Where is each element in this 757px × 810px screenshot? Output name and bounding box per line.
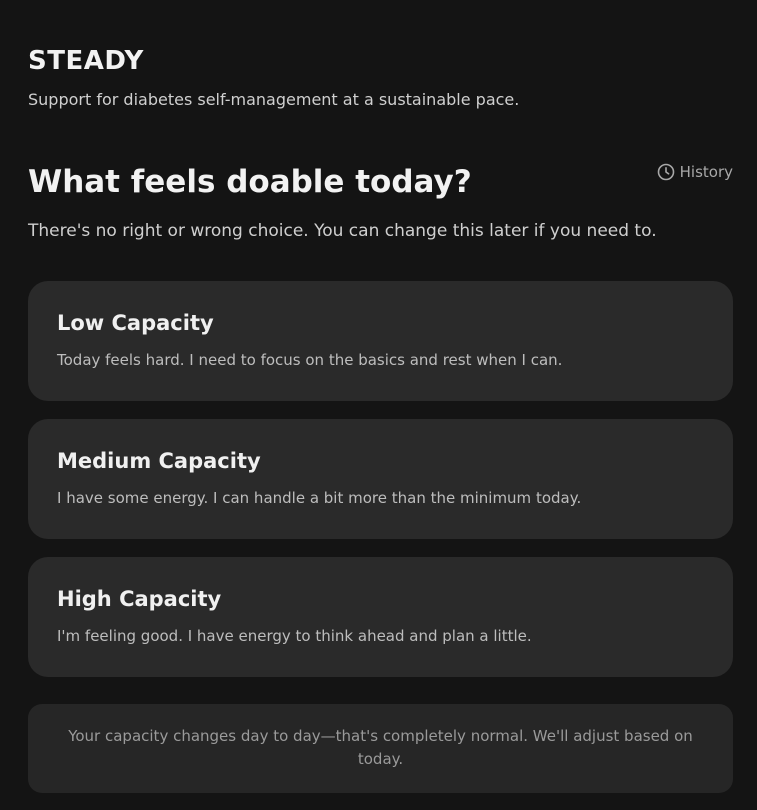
medium-capacity-option[interactable]: Medium Capacity I have some energy. I ca… (28, 419, 733, 539)
history-label: History (679, 163, 733, 181)
history-button[interactable]: History (657, 163, 733, 181)
option-title: High Capacity (57, 587, 222, 611)
page-subtitle: There's no right or wrong choice. You ca… (28, 221, 657, 241)
option-title: Low Capacity (57, 311, 214, 335)
clock-icon (657, 163, 675, 181)
option-description: I'm feeling good. I have energy to think… (57, 627, 532, 645)
page-title: What feels doable today? (28, 164, 472, 200)
high-capacity-option[interactable]: High Capacity I'm feeling good. I have e… (28, 557, 733, 677)
app-tagline: Support for diabetes self-management at … (28, 90, 520, 109)
app-brand: STEADY (28, 46, 144, 76)
low-capacity-option[interactable]: Low Capacity Today feels hard. I need to… (28, 281, 733, 401)
option-description: Today feels hard. I need to focus on the… (57, 351, 563, 369)
option-title: Medium Capacity (57, 449, 261, 473)
option-description: I have some energy. I can handle a bit m… (57, 489, 582, 507)
reassurance-note: Your capacity changes day to day—that's … (28, 704, 733, 793)
